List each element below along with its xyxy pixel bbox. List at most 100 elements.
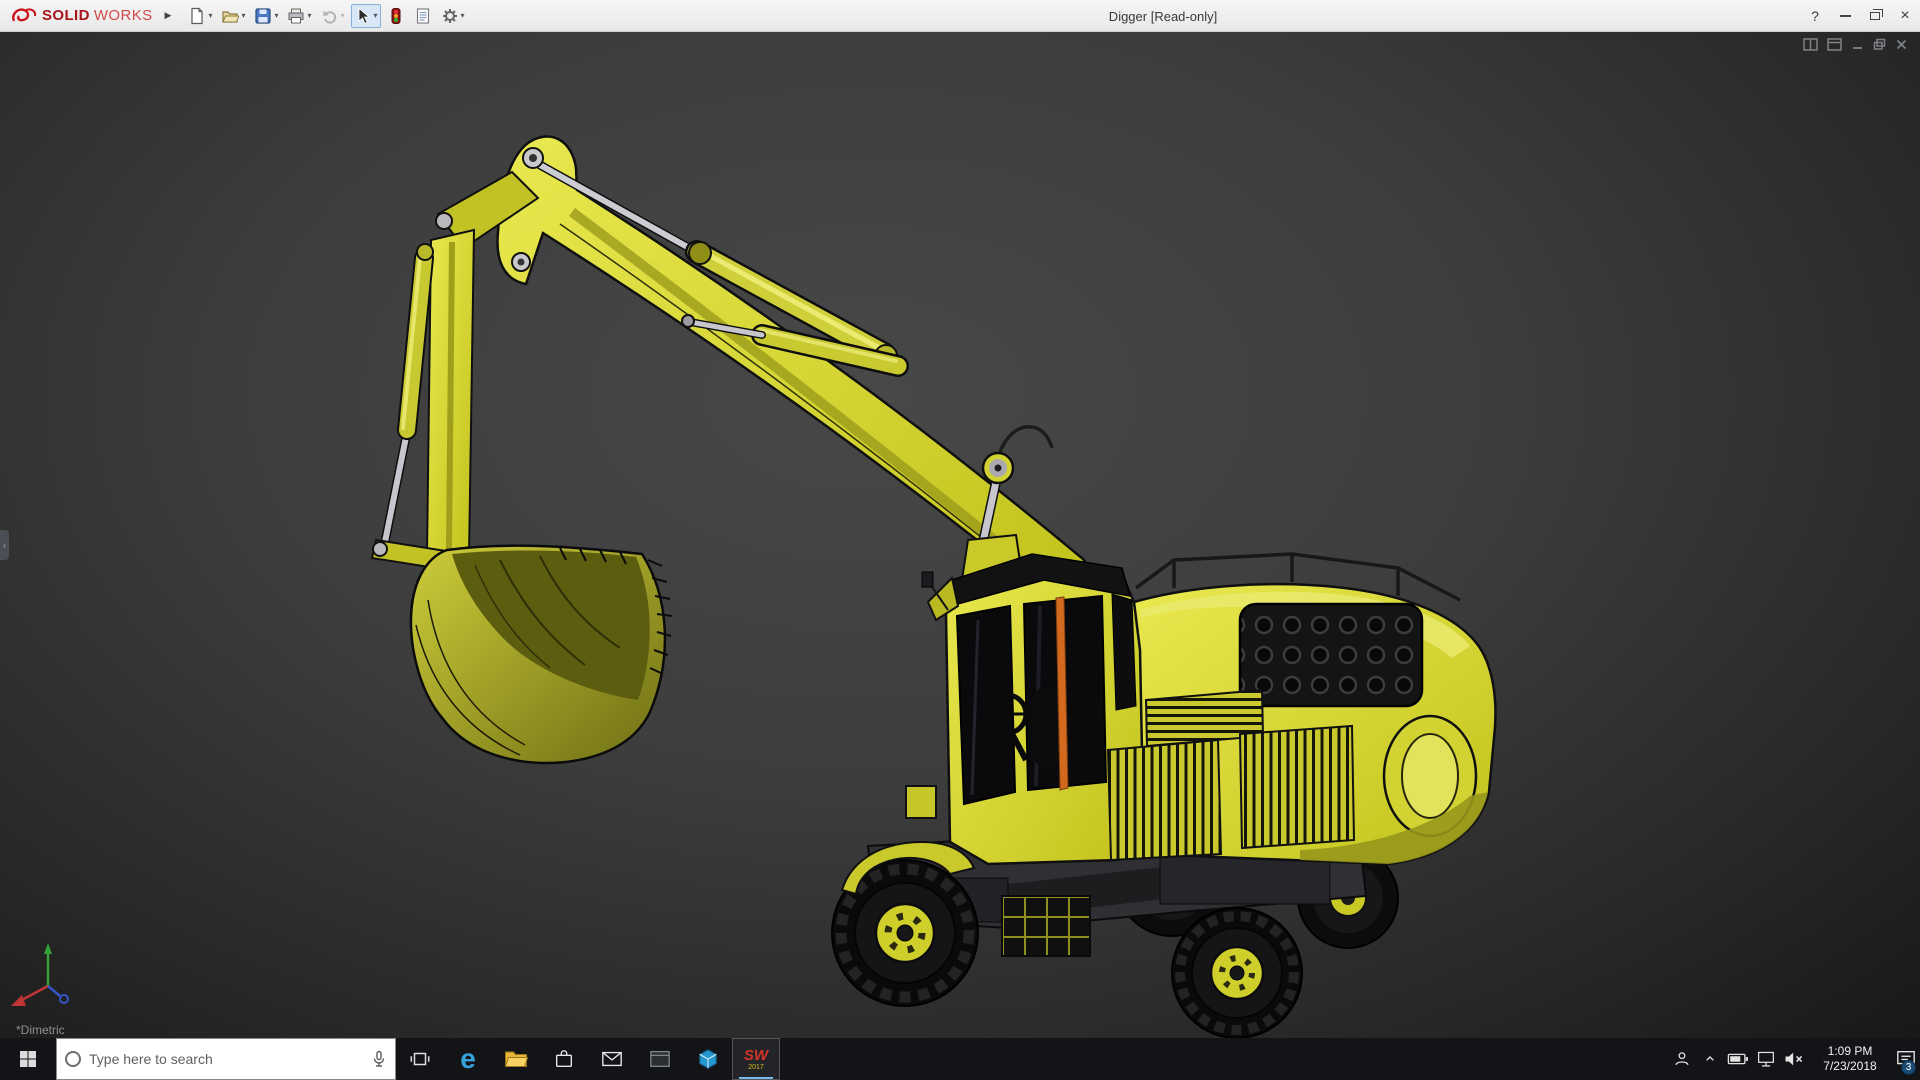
microphone-icon[interactable]: [371, 1050, 387, 1068]
volume-button[interactable]: [1780, 1038, 1808, 1080]
minimize-button[interactable]: [1830, 0, 1860, 31]
new-document-button[interactable]: ▾: [185, 4, 215, 28]
pane-split-icon[interactable]: [1803, 38, 1818, 51]
titlebar-controls: ? ×: [1800, 0, 1920, 31]
taskbar-app-solidworks[interactable]: SW 2017: [732, 1038, 780, 1080]
taskbar-app-edge[interactable]: e: [444, 1038, 492, 1080]
people-button[interactable]: [1668, 1038, 1696, 1080]
engine-housing[interactable]: [1106, 552, 1497, 866]
view-orientation-label: *Dimetric: [16, 1023, 65, 1037]
taskbar-clock[interactable]: 1:09 PM 7/23/2018: [1808, 1038, 1892, 1080]
excavator-boom[interactable]: [496, 135, 1093, 605]
select-icon: [358, 7, 370, 24]
taskbar-search[interactable]: [56, 1038, 396, 1080]
brand-solid: SOLID: [42, 7, 90, 24]
notification-badge: 3: [1901, 1060, 1916, 1075]
network-icon: [1758, 1051, 1774, 1067]
operator-seat: [1034, 688, 1060, 766]
titlebar: SOLID WORKS ▶ ▾ ▾ ▾ ▾ ▾ ▾ ▾ Digger [Read…: [0, 0, 1920, 32]
dropdown-arrow[interactable]: ▾: [461, 11, 465, 20]
file-properties-button[interactable]: [411, 4, 435, 28]
solidworks-app-icon: SW 2017: [743, 1046, 769, 1071]
orientation-triad: [11, 943, 69, 1006]
engine-intake-grid: [1238, 602, 1424, 708]
save-button[interactable]: ▾: [251, 4, 281, 28]
undo-icon: [323, 10, 336, 24]
clock-time: 1:09 PM: [1827, 1044, 1873, 1058]
window-title: Digger [Read-only]: [1108, 8, 1218, 24]
excavator-model[interactable]: [0, 32, 1920, 1038]
task-view-button[interactable]: [396, 1038, 444, 1080]
select-button[interactable]: ▾: [350, 3, 381, 28]
battery-button[interactable]: [1724, 1038, 1752, 1080]
doc-close-icon[interactable]: [1895, 38, 1908, 51]
stick-hydraulic-cylinder[interactable]: [374, 243, 434, 556]
new-document-icon: [191, 7, 204, 24]
dropdown-arrow[interactable]: ▾: [208, 11, 212, 20]
menu-flyout-arrow[interactable]: ▶: [165, 10, 172, 21]
taskbar-app-store[interactable]: [540, 1038, 588, 1080]
feature-manager-collapsed-tab[interactable]: ‹: [0, 530, 9, 560]
doc-restore-icon[interactable]: [1873, 38, 1886, 51]
quick-toolbar: ▾ ▾ ▾ ▾ ▾ ▾ ▾: [185, 3, 468, 28]
help-button[interactable]: ?: [1800, 8, 1830, 24]
excavator-body[interactable]: [905, 533, 1497, 866]
start-button[interactable]: [0, 1038, 56, 1080]
rebuild-icon: [391, 7, 401, 24]
solidworks-logo: SOLID WORKS: [0, 6, 153, 26]
undo-button[interactable]: ▾: [318, 4, 348, 28]
document-window-controls: [1803, 38, 1908, 51]
volume-muted-icon: [1785, 1052, 1803, 1066]
stick-pin: [435, 212, 453, 230]
open-icon: [222, 10, 240, 23]
dropdown-arrow[interactable]: ▾: [341, 11, 345, 20]
cube-app-icon: [699, 1049, 717, 1069]
minimize-icon: [1839, 14, 1851, 17]
mail-icon: [602, 1051, 622, 1067]
battery-icon: [1727, 1053, 1748, 1065]
brand-works: WORKS: [93, 7, 153, 24]
options-gear-icon: [442, 8, 457, 23]
print-icon: [288, 8, 304, 23]
step-box: [905, 785, 937, 819]
options-button[interactable]: ▾: [438, 4, 468, 28]
graphics-area[interactable]: ‹ *Dimetric: [0, 32, 1920, 1038]
search-input[interactable]: [89, 1051, 363, 1067]
step-grate: [1001, 895, 1091, 957]
close-button[interactable]: ×: [1890, 0, 1920, 31]
file-properties-icon: [416, 7, 429, 24]
taskbar-app-console[interactable]: [636, 1038, 684, 1080]
cab-rear-window: [1111, 593, 1137, 711]
save-icon: [255, 7, 272, 24]
open-button[interactable]: ▾: [218, 4, 248, 28]
rebuild-button[interactable]: [384, 4, 408, 28]
task-view-icon: [410, 1052, 430, 1066]
taskbar: e SW 2017: [0, 1038, 1920, 1080]
restore-icon: [1870, 8, 1883, 20]
taskbar-app-cube[interactable]: [684, 1038, 732, 1080]
action-center-button[interactable]: 3: [1892, 1038, 1920, 1080]
excavator-bucket[interactable]: [409, 544, 673, 765]
hidden-icons-chevron: [1706, 1056, 1714, 1061]
clock-date: 7/23/2018: [1823, 1059, 1877, 1073]
side-grille-b: [1238, 724, 1356, 850]
print-button[interactable]: ▾: [284, 4, 314, 28]
dropdown-arrow[interactable]: ▾: [241, 11, 245, 20]
hidden-icons-button[interactable]: [1696, 1038, 1724, 1080]
network-button[interactable]: [1752, 1038, 1780, 1080]
dropdown-arrow[interactable]: ▾: [307, 11, 311, 20]
dropdown-arrow[interactable]: ▾: [374, 11, 378, 20]
excavator-wheel-rear-left[interactable]: [1171, 907, 1303, 1038]
doc-minimize-icon[interactable]: [1851, 38, 1864, 51]
cortana-icon: [65, 1051, 81, 1067]
pane-full-icon[interactable]: [1827, 38, 1842, 51]
console-app-icon: [650, 1051, 670, 1067]
store-icon: [555, 1050, 573, 1068]
dropdown-arrow[interactable]: ▾: [274, 11, 278, 20]
restore-button[interactable]: [1860, 0, 1890, 31]
edge-icon: e: [460, 1043, 476, 1074]
taskbar-app-mail[interactable]: [588, 1038, 636, 1080]
people-icon: [1675, 1052, 1689, 1066]
taskbar-app-file-explorer[interactable]: [492, 1038, 540, 1080]
ds-swirl-icon: [12, 7, 37, 21]
